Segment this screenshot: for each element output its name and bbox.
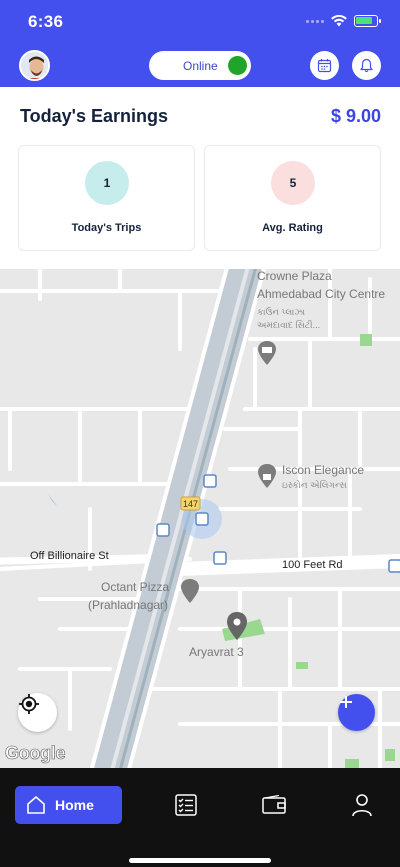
notifications-button[interactable]: [352, 51, 381, 80]
map-label-crowne-gu-1: કાઉન પ્લાઝા: [257, 307, 306, 317]
calendar-button[interactable]: [310, 51, 339, 80]
stat-value-rating: 5: [271, 161, 315, 205]
add-button[interactable]: [338, 694, 375, 731]
map-label-octant-1: Octant Pizza: [101, 580, 170, 594]
status-time: 6:36: [28, 12, 64, 31]
avatar[interactable]: [19, 50, 50, 81]
status-icons: [306, 15, 381, 27]
map-label-crowne-1: Crowne Plaza: [257, 269, 332, 283]
route-shield-label: 147: [183, 499, 198, 509]
map-label-aryavrat: Aryavrat 3: [189, 645, 244, 659]
checklist-icon: [175, 794, 197, 816]
home-icon: [27, 796, 45, 814]
wifi-icon: [331, 15, 347, 27]
map-label-crowne-gu-2: અમદાવાદ સિટી...: [257, 320, 321, 330]
home-indicator: [129, 858, 271, 863]
online-toggle[interactable]: Online: [149, 51, 251, 80]
wallet-icon: [262, 794, 286, 814]
map-label-octant-2: (Prahladnagar): [88, 598, 169, 612]
bell-icon: [360, 58, 373, 73]
stat-card-trips[interactable]: 1 Today's Trips: [18, 145, 195, 251]
earnings-amount: $ 9.00: [330, 106, 381, 126]
nav-profile[interactable]: [349, 792, 375, 818]
stat-label-rating: Avg. Rating: [262, 222, 323, 234]
map-label-iscon-gu: ઇસ્કોન એલિગન્સ: [282, 480, 347, 490]
crosshair-icon: [19, 694, 39, 714]
stat-card-rating[interactable]: 5 Avg. Rating: [204, 145, 381, 251]
stat-label-trips: Today's Trips: [71, 222, 142, 234]
recenter-button[interactable]: [18, 693, 57, 732]
bottom-nav: Home: [0, 768, 400, 867]
map-label-iscon: Iscon Elegance: [282, 463, 365, 477]
toggle-knob: [228, 56, 247, 75]
battery-icon: [354, 15, 381, 27]
google-attribution[interactable]: Google: [5, 743, 66, 764]
map-label-100-feet-rd: 100 Feet Rd: [282, 559, 343, 571]
status-bar: 6:36: [0, 0, 400, 44]
nav-home[interactable]: Home: [15, 786, 122, 824]
profile-icon: [352, 794, 372, 817]
map-label-billionaire: Off Billionaire St: [30, 550, 109, 562]
map-label-crowne-2: Ahmedabad City Centre: [257, 287, 386, 301]
calendar-icon: [317, 59, 332, 73]
plus-icon: [340, 696, 352, 708]
signal-icon: [306, 19, 324, 23]
nav-home-label: Home: [55, 797, 94, 813]
nav-wallet[interactable]: [261, 792, 287, 818]
app-header: 6:36 Online: [0, 0, 400, 87]
map-view[interactable]: 147 Crowne Plaza Ahmedabad City Centre ક…: [0, 269, 400, 768]
nav-trips[interactable]: [173, 792, 199, 818]
online-toggle-label: Online: [183, 59, 218, 73]
stat-value-trips: 1: [85, 161, 129, 205]
earnings-title: Today's Earnings: [20, 106, 168, 126]
